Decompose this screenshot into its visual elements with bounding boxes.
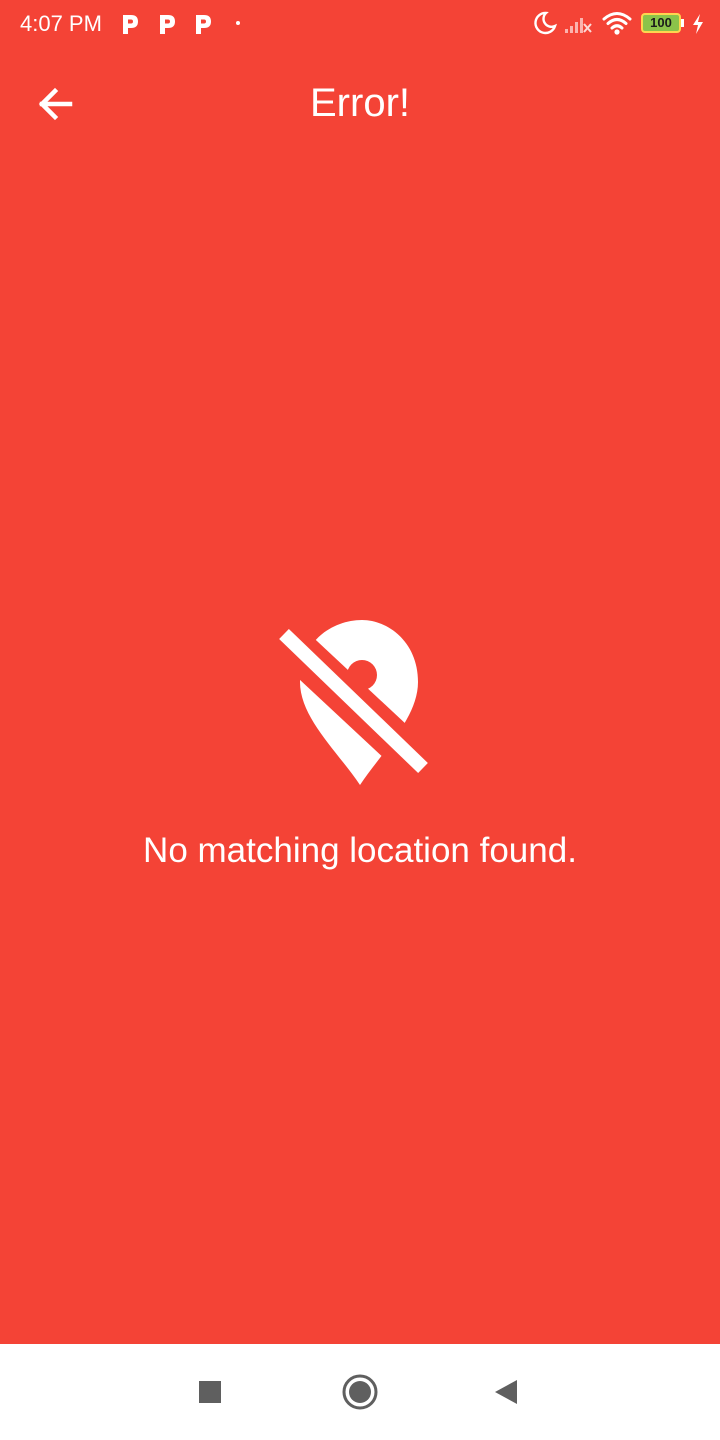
p-app-icon — [120, 12, 140, 36]
battery-icon: 100 — [641, 13, 684, 33]
status-bar: 4:07 PM 100 — [0, 0, 720, 48]
status-time: 4:07 PM — [20, 11, 102, 36]
wifi-icon — [602, 10, 632, 41]
back-nav-button[interactable] — [486, 1372, 526, 1412]
circle-icon — [342, 1374, 378, 1410]
triangle-back-icon — [495, 1380, 517, 1404]
error-message: No matching location found. — [143, 831, 577, 870]
app-bar: Error! — [0, 48, 720, 160]
signal-icon — [563, 10, 593, 41]
moon-icon — [532, 10, 558, 41]
location-off-icon — [270, 620, 450, 790]
home-button[interactable] — [340, 1372, 380, 1412]
page-title: Error! — [310, 81, 410, 125]
battery-level: 100 — [650, 15, 672, 30]
dot-icon — [236, 21, 240, 25]
system-nav-bar — [0, 1344, 720, 1440]
p-app-icon — [193, 12, 213, 36]
error-screen: 4:07 PM 100 Error! No matching location … — [0, 0, 720, 1344]
charging-icon — [690, 13, 706, 40]
recents-button[interactable] — [190, 1372, 230, 1412]
square-icon — [199, 1381, 221, 1403]
p-app-icon — [157, 12, 177, 36]
